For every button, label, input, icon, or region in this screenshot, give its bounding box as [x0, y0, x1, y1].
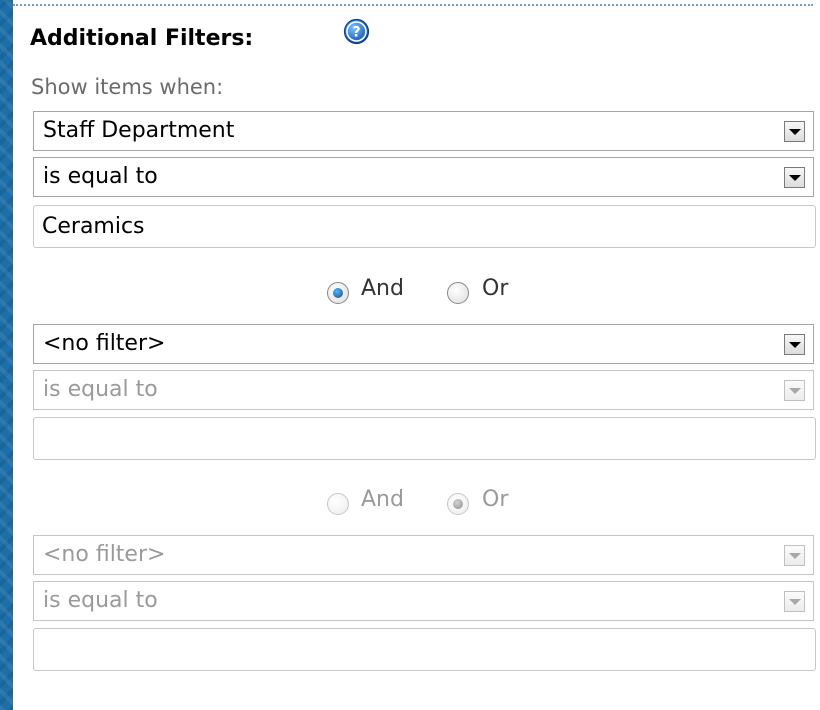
help-question-icon[interactable]: ?: [343, 18, 370, 45]
conjunction1-and-radio[interactable]: [327, 282, 349, 304]
filter3-field-select[interactable]: <no filter>: [33, 535, 814, 575]
filter3-value-input[interactable]: [33, 628, 816, 671]
chevron-down-icon[interactable]: [784, 334, 805, 355]
svg-text:?: ?: [352, 25, 360, 41]
left-edge-strip: [0, 0, 13, 710]
filter2-field-select[interactable]: <no filter>: [33, 324, 814, 364]
filter2-value-input[interactable]: [33, 417, 816, 460]
conjunction2-or-radio[interactable]: [447, 493, 469, 515]
filter3-field-value: <no filter>: [43, 542, 166, 567]
filter1-value-input[interactable]: Ceramics: [33, 205, 816, 248]
conjunction2-and-radio[interactable]: [327, 493, 349, 515]
panel-heading: Additional Filters:: [30, 26, 254, 51]
chevron-down-icon[interactable]: [784, 121, 805, 142]
conjunction2-or-label: Or: [482, 487, 509, 512]
additional-filters-panel: Additional Filters: ? Show items when: S…: [13, 0, 820, 710]
chevron-down-icon[interactable]: [784, 380, 805, 401]
filter3-operator-value: is equal to: [43, 588, 158, 613]
conjunction1-and-label: And: [361, 276, 404, 301]
filter1-field-value: Staff Department: [43, 118, 235, 143]
filter2-operator-value: is equal to: [43, 377, 158, 402]
conjunction2-and-label: And: [361, 487, 404, 512]
filter3-operator-select[interactable]: is equal to: [33, 581, 814, 621]
conjunction1-or-label: Or: [482, 276, 509, 301]
filter2-field-value: <no filter>: [43, 331, 166, 356]
chevron-down-icon[interactable]: [784, 167, 805, 188]
filter1-operator-select[interactable]: is equal to: [33, 157, 814, 197]
chevron-down-icon[interactable]: [784, 591, 805, 612]
filter1-field-select[interactable]: Staff Department: [33, 111, 814, 151]
filter1-operator-value: is equal to: [43, 164, 158, 189]
conjunction1-or-radio[interactable]: [447, 282, 469, 304]
chevron-down-icon[interactable]: [784, 545, 805, 566]
filter1-value-text: Ceramics: [42, 214, 145, 239]
filter2-operator-select[interactable]: is equal to: [33, 370, 814, 410]
show-items-label: Show items when:: [31, 75, 224, 99]
